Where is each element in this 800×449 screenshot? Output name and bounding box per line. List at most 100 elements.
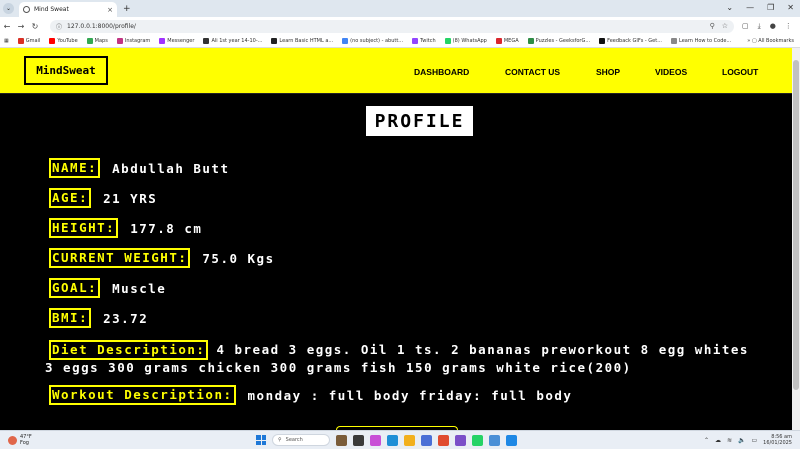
profile-field-age: AGE: 21 YRS	[49, 188, 157, 208]
vscode-icon[interactable]	[506, 434, 517, 446]
gmail-icon	[17, 38, 24, 44]
bookmark-item[interactable]: Learn Basic HTML a...	[271, 38, 333, 44]
scrollbar-thumb[interactable]	[793, 60, 799, 390]
url-text[interactable]: 127.0.0.1:8000/profile/	[67, 23, 703, 30]
bookmark-item[interactable]: Instagram	[116, 38, 150, 44]
store-icon[interactable]	[421, 434, 432, 446]
site-logo[interactable]: MindSweat	[24, 56, 108, 85]
field-label: AGE:	[49, 188, 92, 208]
downloads-icon[interactable]: ⤓	[758, 22, 761, 31]
gif-icon	[599, 38, 606, 44]
search-icon: ⚲	[278, 437, 282, 443]
weather-desc: Fog	[20, 440, 29, 446]
new-tab-button[interactable]: +	[123, 4, 131, 14]
field-label: BMI:	[49, 308, 92, 328]
browser-tab-strip: ⌄ Mind Sweat × + ⌄ — ❐ ✕	[0, 0, 800, 17]
task-view-icon[interactable]	[353, 434, 364, 446]
file-explorer-icon[interactable]	[404, 434, 415, 446]
profile-field-diet: Diet Description: 4 bread 3 eggs. Oil 1 t…	[45, 340, 765, 376]
page-scrollbar[interactable]	[792, 48, 800, 430]
address-bar-row: ← → ↻ ⓘ 127.0.0.1:8000/profile/ ⚲ ☆ ▢ ⤓ …	[0, 17, 800, 35]
chrome-profile-icon[interactable]	[489, 434, 500, 446]
extensions-icon[interactable]: ▢	[742, 22, 749, 31]
all-bookmarks-button[interactable]: » ▢ All Bookmarks	[741, 38, 794, 44]
profile-field-workout: Workout Description: monday : full body …	[49, 385, 572, 405]
copilot-icon[interactable]	[370, 434, 381, 446]
visual-studio-icon[interactable]	[455, 434, 466, 446]
field-value: 23.72	[103, 310, 149, 326]
messenger-icon	[159, 38, 166, 44]
widgets-icon[interactable]	[336, 434, 347, 446]
tab-list-icon[interactable]: ⌄	[726, 3, 733, 12]
volume-icon[interactable]: 🔈	[738, 437, 745, 444]
windows-start-icon[interactable]	[256, 435, 266, 445]
bookmark-item[interactable]: Twitch	[412, 38, 436, 44]
bookmark-item[interactable]: Puzzles - GeeksforG...	[527, 38, 590, 44]
restore-button[interactable]: ❐	[767, 3, 774, 12]
bookmark-item[interactable]: Feedback GIFs - Get...	[599, 38, 662, 44]
reload-icon[interactable]: ↻	[28, 22, 42, 31]
onedrive-icon[interactable]: ☁	[715, 437, 721, 444]
field-label: Workout Description:	[49, 385, 236, 405]
freecodecamp-icon	[271, 38, 278, 44]
profile-field-name: NAME: Abdullah Butt	[49, 158, 229, 178]
tab-search-button[interactable]: ⌄	[3, 3, 14, 14]
forward-icon[interactable]: →	[14, 22, 28, 31]
address-bar[interactable]: ⓘ 127.0.0.1:8000/profile/ ⚲ ☆	[50, 19, 734, 33]
browser-tab[interactable]: Mind Sweat ×	[19, 2, 117, 17]
apps-grid-icon[interactable]: ▦	[4, 38, 9, 44]
wifi-icon[interactable]: ≋	[727, 437, 732, 444]
nav-videos[interactable]: VIDEOS	[655, 67, 687, 77]
whatsapp-icon	[444, 38, 451, 44]
globe-icon	[671, 38, 677, 44]
site-info-icon[interactable]: ⓘ	[56, 22, 62, 31]
chrome-icon[interactable]	[438, 434, 449, 446]
clock[interactable]: 8:56 am 16/01/2025	[763, 434, 792, 446]
field-label: CURRENT WEIGHT:	[49, 248, 191, 268]
nav-dashboard[interactable]: DASHBOARD	[414, 67, 469, 77]
chevron-up-icon[interactable]: ⌃	[704, 437, 709, 444]
bookmark-item[interactable]: (no subject) - abutt...	[342, 38, 403, 44]
field-label: Diet Description:	[49, 340, 209, 360]
bookmark-star-icon[interactable]: ☆	[722, 22, 728, 30]
zoom-icon[interactable]: ⚲	[710, 22, 715, 30]
nav-shop[interactable]: SHOP	[596, 67, 620, 77]
bookmark-item[interactable]: Messenger	[159, 38, 194, 44]
bookmark-item[interactable]: MEGA	[495, 38, 519, 44]
twitch-icon	[412, 38, 419, 44]
maps-icon	[86, 38, 93, 44]
instagram-icon	[116, 38, 123, 44]
youtube-icon	[49, 38, 56, 44]
field-value: 75.0 Kgs	[202, 250, 275, 266]
bookmark-item[interactable]: Gmail	[17, 38, 40, 44]
tab-title: Mind Sweat	[34, 6, 69, 13]
field-label: NAME:	[49, 158, 101, 178]
geeksforgeeks-icon	[527, 38, 534, 44]
page-title: PROFILE	[366, 106, 473, 136]
bookmark-item[interactable]: Ali 1st year 14-10-...	[203, 38, 262, 44]
nav-logout[interactable]: LOGOUT	[722, 67, 758, 77]
bookmark-item[interactable]: YouTube	[49, 38, 78, 44]
document-icon	[203, 38, 210, 44]
menu-icon[interactable]: ⋮	[785, 22, 792, 31]
profile-field-goal: GOAL: Muscle	[49, 278, 166, 298]
back-icon[interactable]: ←	[0, 22, 14, 31]
battery-icon[interactable]: ▭	[752, 437, 758, 444]
whatsapp-icon[interactable]	[472, 434, 483, 446]
field-label: HEIGHT:	[49, 218, 119, 238]
search-placeholder: Search	[285, 437, 303, 443]
field-label: GOAL:	[49, 278, 101, 298]
minimize-button[interactable]: —	[746, 3, 754, 12]
bookmark-item[interactable]: Learn How to Code...	[671, 38, 731, 44]
nav-contact-us[interactable]: CONTACT US	[505, 67, 560, 77]
taskbar-search[interactable]: ⚲ Search	[272, 434, 330, 446]
close-window-button[interactable]: ✕	[787, 3, 794, 12]
tab-close-icon[interactable]: ×	[107, 6, 113, 14]
edge-icon[interactable]	[387, 434, 398, 446]
bookmark-item[interactable]: (8) WhatsApp	[444, 38, 487, 44]
bookmark-item[interactable]: Maps	[86, 38, 108, 44]
taskbar-apps: ⚲ Search	[256, 434, 517, 446]
field-value: Muscle	[112, 280, 167, 296]
weather-widget[interactable]: 47°F Fog	[8, 434, 32, 446]
profile-avatar-icon[interactable]: ●	[770, 22, 776, 31]
